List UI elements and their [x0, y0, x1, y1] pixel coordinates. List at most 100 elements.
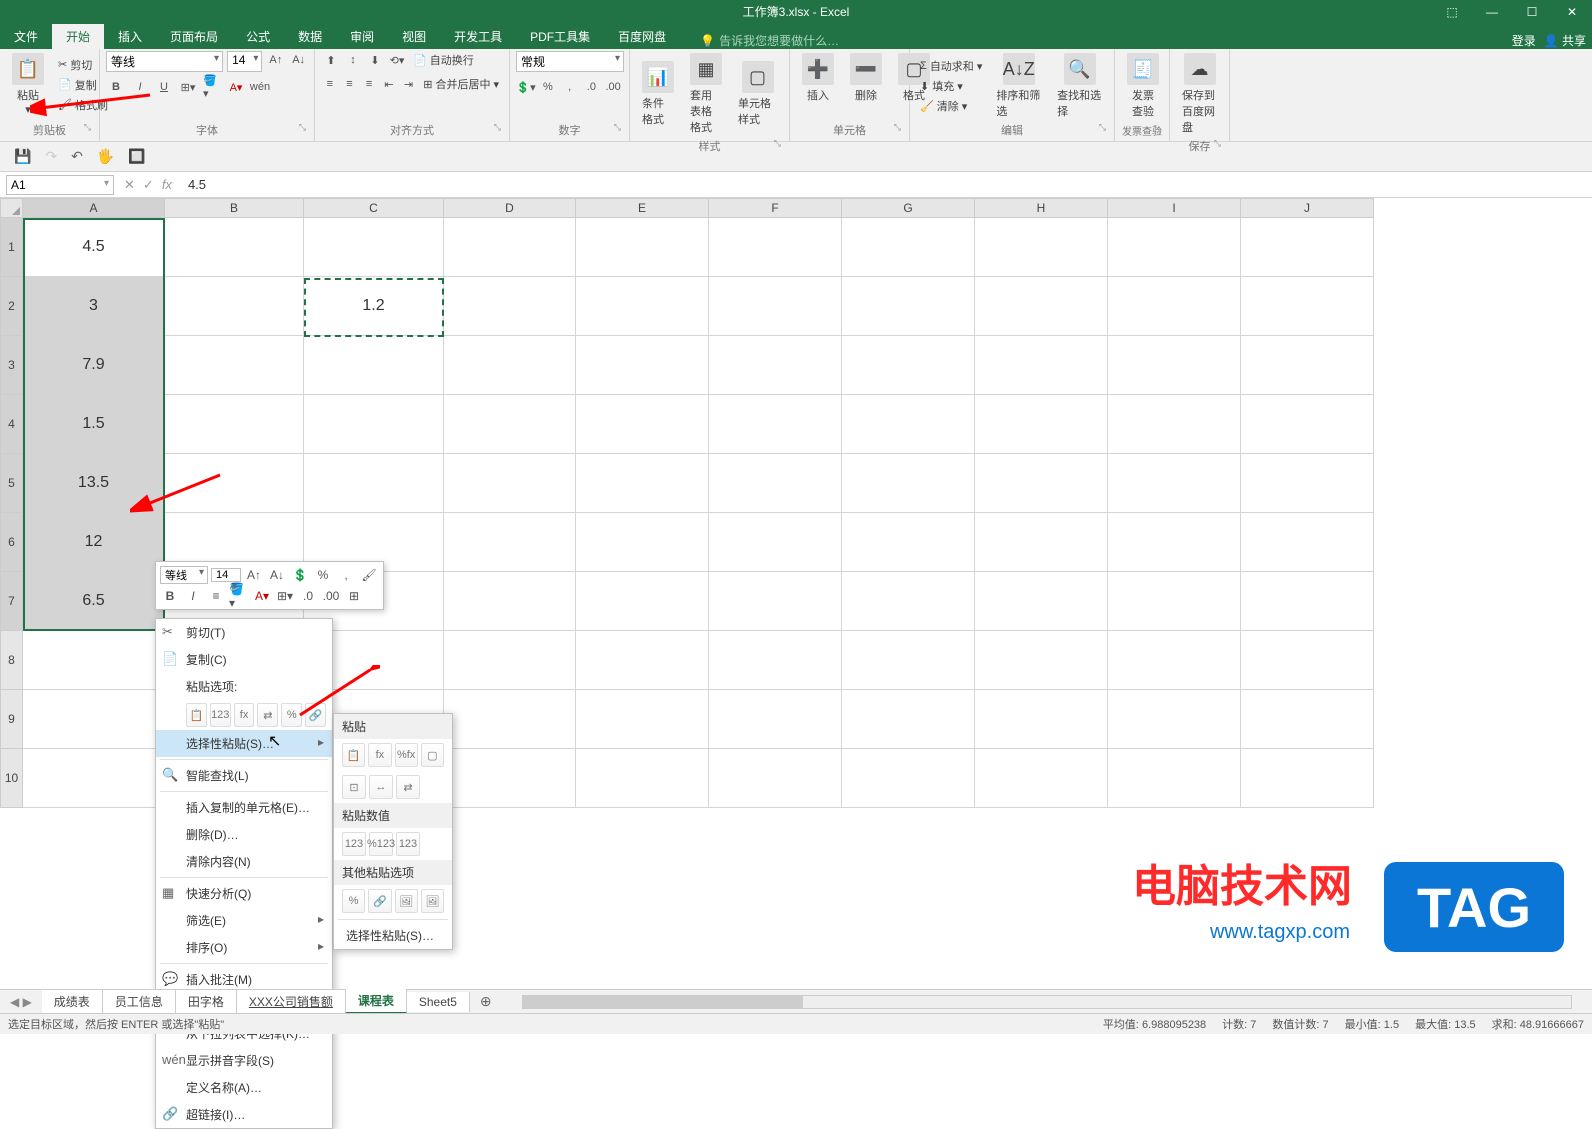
cell-g10[interactable]	[842, 749, 975, 808]
ctx-clear[interactable]: 清除内容(N)	[156, 848, 332, 875]
align-middle-button[interactable]: ↕	[343, 51, 363, 69]
sub-paste-col-width[interactable]: ↔	[369, 775, 393, 799]
cell-j5[interactable]	[1241, 454, 1374, 513]
cell-g9[interactable]	[842, 690, 975, 749]
row-header-10[interactable]: 10	[0, 749, 23, 808]
login-link[interactable]: 登录	[1512, 32, 1536, 49]
mini-decimal-inc[interactable]: .0	[298, 587, 318, 605]
mini-comma[interactable]: ,	[336, 566, 356, 584]
ctx-delete[interactable]: 删除(D)…	[156, 821, 332, 848]
cell-g3[interactable]	[842, 336, 975, 395]
cell-h7[interactable]	[975, 572, 1108, 631]
scrollbar-thumb[interactable]	[523, 996, 803, 1008]
sheet-tab-2[interactable]: 员工信息	[103, 990, 176, 1013]
ctx-sort[interactable]: 排序(O)▸	[156, 934, 332, 961]
cell-h3[interactable]	[975, 336, 1108, 395]
mini-merge[interactable]: ⊞	[344, 587, 364, 605]
comma-button[interactable]: ,	[560, 78, 580, 96]
tab-review[interactable]: 审阅	[336, 24, 388, 49]
paste-button[interactable]: 📋粘贴▾	[6, 51, 50, 118]
tab-data[interactable]: 数据	[284, 24, 336, 49]
paste-all-icon[interactable]: 📋	[186, 703, 207, 727]
save-baidu-button[interactable]: ☁保存到 百度网盘	[1176, 51, 1223, 137]
sub-paste-linked-pic[interactable]: 🖼	[421, 889, 444, 913]
cell-d7[interactable]	[444, 572, 576, 631]
cell-c5[interactable]	[304, 454, 444, 513]
tab-home[interactable]: 开始	[52, 24, 104, 49]
cell-g1[interactable]	[842, 218, 975, 277]
cell-a8[interactable]	[23, 631, 165, 690]
ctx-quick-analysis[interactable]: ▦快速分析(Q)	[156, 880, 332, 907]
tab-formulas[interactable]: 公式	[232, 24, 284, 49]
mini-italic[interactable]: I	[183, 587, 203, 605]
cell-c3[interactable]	[304, 336, 444, 395]
cell-a6[interactable]: 12	[23, 513, 165, 572]
mini-decrease-font[interactable]: A↓	[267, 566, 287, 584]
cell-j8[interactable]	[1241, 631, 1374, 690]
cell-i9[interactable]	[1108, 690, 1241, 749]
col-header-e[interactable]: E	[576, 198, 709, 218]
col-header-c[interactable]: C	[304, 198, 444, 218]
sheet-tab-1[interactable]: 成绩表	[42, 990, 103, 1013]
cell-h2[interactable]	[975, 277, 1108, 336]
cell-d2[interactable]	[444, 277, 576, 336]
qat-save-button[interactable]: 💾	[14, 148, 31, 165]
col-header-h[interactable]: H	[975, 198, 1108, 218]
cell-d6[interactable]	[444, 513, 576, 572]
cell-j3[interactable]	[1241, 336, 1374, 395]
cell-e5[interactable]	[576, 454, 709, 513]
name-box[interactable]: A1	[6, 175, 114, 195]
ctx-show-pinyin[interactable]: wén显示拼音字段(S)	[156, 1047, 332, 1074]
sub-paste-keep-border[interactable]: ▢	[421, 743, 444, 767]
sub-paste-special-dialog[interactable]: 选择性粘贴(S)…	[334, 922, 452, 949]
cell-j2[interactable]	[1241, 277, 1374, 336]
insert-cells-button[interactable]: ➕插入	[796, 51, 840, 105]
find-select-button[interactable]: 🔍查找和选择	[1051, 51, 1108, 121]
invoice-button[interactable]: 🧾发票 查验	[1121, 51, 1165, 121]
cell-e10[interactable]	[576, 749, 709, 808]
paste-transpose-icon[interactable]: ⇄	[257, 703, 278, 727]
paste-formatting-icon[interactable]: %	[281, 703, 302, 727]
mini-font-size[interactable]: 14	[211, 568, 241, 582]
cell-g5[interactable]	[842, 454, 975, 513]
sheet-tab-3[interactable]: 田字格	[176, 990, 237, 1013]
cell-i5[interactable]	[1108, 454, 1241, 513]
align-center-button[interactable]: ≡	[341, 75, 359, 93]
underline-button[interactable]: U	[154, 78, 174, 96]
col-header-d[interactable]: D	[444, 198, 576, 218]
mini-bold[interactable]: B	[160, 587, 180, 605]
qat-redo-button[interactable]: ↷	[45, 148, 57, 165]
align-top-button[interactable]: ⬆	[321, 51, 341, 69]
clear-button[interactable]: 🧹 清除 ▾	[916, 97, 986, 115]
tab-view[interactable]: 视图	[388, 24, 440, 49]
mini-font-color[interactable]: A▾	[252, 587, 272, 605]
align-bottom-button[interactable]: ⬇	[365, 51, 385, 69]
cell-e4[interactable]	[576, 395, 709, 454]
orientation-button[interactable]: ⟲▾	[387, 51, 407, 69]
row-header-3[interactable]: 3	[0, 336, 23, 395]
sub-paste-values-num[interactable]: %123	[369, 832, 393, 856]
cell-g8[interactable]	[842, 631, 975, 690]
font-size-select[interactable]: 14	[227, 51, 262, 72]
cell-e9[interactable]	[576, 690, 709, 749]
tab-file[interactable]: 文件	[0, 24, 52, 49]
cell-i10[interactable]	[1108, 749, 1241, 808]
minimize-button[interactable]: —	[1472, 0, 1512, 23]
row-header-8[interactable]: 8	[0, 631, 23, 690]
cell-a3[interactable]: 7.9	[23, 336, 165, 395]
mini-format-painter[interactable]: 🖌	[359, 566, 379, 584]
tab-layout[interactable]: 页面布局	[156, 24, 232, 49]
col-header-i[interactable]: I	[1108, 198, 1241, 218]
cell-i3[interactable]	[1108, 336, 1241, 395]
increase-decimal-button[interactable]: .0	[582, 78, 602, 96]
cell-b1[interactable]	[165, 218, 304, 277]
sub-paste-no-border[interactable]: ⊡	[342, 775, 366, 799]
mini-align[interactable]: ≡	[206, 587, 226, 605]
col-header-b[interactable]: B	[165, 198, 304, 218]
sub-paste-transpose[interactable]: ⇄	[396, 775, 420, 799]
cell-b4[interactable]	[165, 395, 304, 454]
mini-decimal-dec[interactable]: .00	[321, 587, 341, 605]
cell-a7[interactable]: 6.5	[23, 572, 165, 631]
maximize-button[interactable]: ☐	[1512, 0, 1552, 23]
ctx-copy[interactable]: 📄复制(C)	[156, 646, 332, 673]
